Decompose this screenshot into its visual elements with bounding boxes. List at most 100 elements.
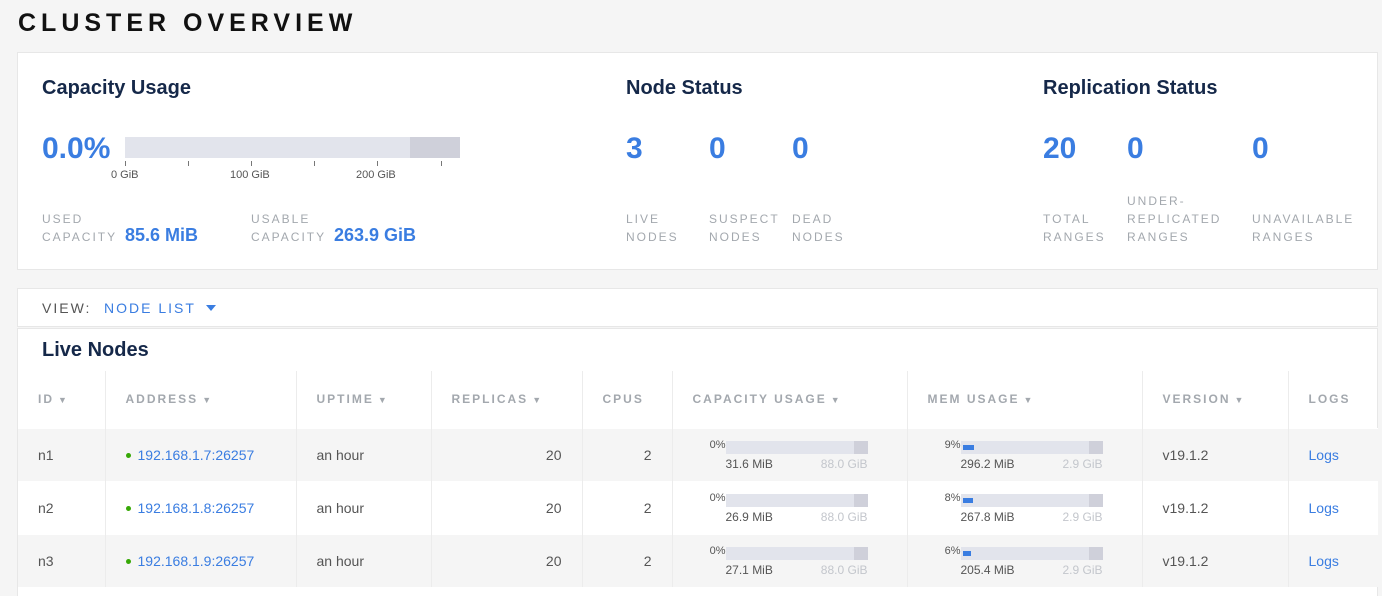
used-capacity-label: USED CAPACITY bbox=[42, 212, 118, 244]
view-dropdown[interactable]: NODE LIST bbox=[104, 300, 216, 316]
column-header-id[interactable]: ID ▼ bbox=[18, 371, 105, 428]
live-nodes-label: LIVE NODES bbox=[626, 212, 679, 244]
cluster-summary-panel: Capacity Usage 0.0% 0 GiB 100 GiB 200 Gi… bbox=[17, 52, 1378, 270]
capacity-bar-reserved bbox=[410, 137, 460, 158]
node-replicas: 20 bbox=[430, 533, 582, 587]
node-uptime: an hour bbox=[295, 427, 431, 481]
view-label: VIEW: bbox=[42, 300, 92, 316]
mem-usage-bar: 8% 267.8 MiB 2.9 GiB bbox=[928, 490, 1103, 526]
column-header-mem[interactable]: MEM USAGE ▼ bbox=[906, 371, 1142, 428]
column-header-uptime[interactable]: UPTIME ▼ bbox=[295, 371, 431, 428]
column-header-address[interactable]: ADDRESS ▼ bbox=[104, 371, 296, 428]
logs-link[interactable]: Logs bbox=[1309, 500, 1339, 516]
node-version: v19.1.2 bbox=[1141, 427, 1288, 481]
mem-usage-fill bbox=[962, 550, 971, 556]
sort-arrow-icon: ▼ bbox=[377, 395, 389, 406]
capacity-tick-label: 200 GiB bbox=[356, 169, 396, 181]
table-row: n1 192.168.1.7:26257 an hour 20 2 0% 31.… bbox=[18, 427, 1378, 481]
live-status-dot-icon bbox=[125, 505, 131, 511]
mem-used: 296.2 MiB bbox=[960, 456, 1015, 471]
mem-usage-bar: 9% 296.2 MiB 2.9 GiB bbox=[928, 437, 1103, 473]
capacity-tick bbox=[125, 161, 126, 166]
dead-nodes-count: 0 bbox=[792, 132, 809, 165]
logs-link[interactable]: Logs bbox=[1309, 447, 1339, 463]
mem-usage-bar: 6% 205.4 MiB 2.9 GiB bbox=[928, 543, 1103, 579]
sort-arrow-icon: ▼ bbox=[1023, 395, 1035, 406]
capacity-used: 31.6 MiB bbox=[725, 456, 773, 471]
table-row: n3 192.168.1.9:26257 an hour 20 2 0% 27.… bbox=[18, 533, 1378, 587]
caret-down-icon bbox=[205, 305, 216, 311]
mem-usage-fill bbox=[962, 497, 973, 503]
usable-capacity-value: 263.9 GiB bbox=[334, 225, 417, 245]
total-ranges-label: TOTAL RANGES bbox=[1043, 212, 1106, 244]
sort-arrow-icon: ▼ bbox=[532, 395, 544, 406]
capacity-bar bbox=[125, 137, 460, 158]
sort-arrow-icon: ▼ bbox=[202, 395, 214, 406]
capacity-usage-bar: 0% 27.1 MiB 88.0 GiB bbox=[693, 543, 868, 579]
capacity-used: 26.9 MiB bbox=[725, 509, 773, 524]
capacity-tick-label: 100 GiB bbox=[230, 169, 270, 181]
table-header-row: ID ▼ ADDRESS ▼ UPTIME ▼ REPLICAS ▼ CPUS CAPA… bbox=[18, 371, 1378, 428]
node-cpus: 2 bbox=[581, 480, 672, 534]
mem-total: 2.9 GiB bbox=[1062, 509, 1103, 524]
usable-capacity-label: USABLE CAPACITY bbox=[251, 212, 327, 244]
unavailable-ranges-label: UNAVAILABLE RANGES bbox=[1252, 212, 1355, 244]
live-status-dot-icon bbox=[125, 558, 131, 564]
column-header-logs: LOGS bbox=[1287, 371, 1378, 428]
sort-arrow-icon: ▼ bbox=[58, 395, 69, 406]
capacity-total: 88.0 GiB bbox=[820, 456, 868, 471]
capacity-tick bbox=[377, 161, 378, 166]
node-cpus: 2 bbox=[581, 427, 672, 481]
view-dropdown-value: NODE LIST bbox=[104, 300, 196, 316]
live-nodes-title: Live Nodes bbox=[42, 339, 149, 361]
mem-used: 267.8 MiB bbox=[960, 509, 1015, 524]
suspect-nodes-count: 0 bbox=[709, 132, 726, 165]
node-status-title: Node Status bbox=[626, 77, 743, 99]
mem-usage-percent: 6% bbox=[944, 544, 961, 557]
node-cpus: 2 bbox=[581, 533, 672, 587]
node-version: v19.1.2 bbox=[1141, 480, 1288, 534]
capacity-usage-bar: 0% 31.6 MiB 88.0 GiB bbox=[693, 437, 868, 473]
logs-link[interactable]: Logs bbox=[1309, 553, 1339, 569]
suspect-nodes-label: SUSPECT NODES bbox=[709, 212, 780, 244]
node-replicas: 20 bbox=[430, 427, 582, 481]
mem-usage-fill bbox=[962, 444, 974, 450]
capacity-tick bbox=[251, 161, 252, 166]
live-nodes-panel: Live Nodes ID ▼ ADDRESS ▼ UPTIME ▼ REPLICAS… bbox=[17, 328, 1378, 596]
column-header-capacity[interactable]: CAPACITY USAGE ▼ bbox=[671, 371, 907, 428]
mem-total: 2.9 GiB bbox=[1062, 456, 1103, 471]
mem-usage-percent: 8% bbox=[944, 491, 961, 504]
column-header-version[interactable]: VERSION ▼ bbox=[1141, 371, 1288, 428]
node-id: n2 bbox=[18, 480, 105, 534]
mem-usage-percent: 9% bbox=[944, 438, 961, 451]
unavailable-ranges-count: 0 bbox=[1252, 132, 1269, 165]
column-header-cpus: CPUS bbox=[581, 371, 672, 428]
live-nodes-table: ID ▼ ADDRESS ▼ UPTIME ▼ REPLICAS ▼ CPUS CAPA… bbox=[18, 371, 1378, 587]
sort-arrow-icon: ▼ bbox=[830, 395, 842, 406]
replication-status-title: Replication Status bbox=[1043, 77, 1218, 99]
capacity-usage-percent: 0% bbox=[709, 491, 726, 504]
node-address-link[interactable]: 192.168.1.7:26257 bbox=[138, 447, 255, 463]
capacity-total: 88.0 GiB bbox=[820, 509, 868, 524]
mem-total: 2.9 GiB bbox=[1062, 562, 1103, 577]
capacity-tick bbox=[188, 161, 189, 166]
capacity-percent: 0.0% bbox=[42, 132, 111, 165]
used-capacity-value: 85.6 MiB bbox=[125, 225, 199, 245]
node-uptime: an hour bbox=[295, 480, 431, 534]
page-title: CLUSTER OVERVIEW bbox=[18, 9, 358, 37]
capacity-usage-percent: 0% bbox=[709, 438, 726, 451]
dead-nodes-label: DEAD NODES bbox=[792, 212, 845, 244]
capacity-used: 27.1 MiB bbox=[725, 562, 773, 577]
node-address-link[interactable]: 192.168.1.9:26257 bbox=[138, 553, 255, 569]
node-version: v19.1.2 bbox=[1141, 533, 1288, 587]
capacity-tick bbox=[314, 161, 315, 166]
capacity-tick bbox=[441, 161, 442, 166]
node-uptime: an hour bbox=[295, 533, 431, 587]
capacity-usage-percent: 0% bbox=[709, 544, 726, 557]
view-bar: VIEW: NODE LIST bbox=[17, 288, 1378, 327]
under-replicated-label: UNDER-REPLICATED RANGES bbox=[1127, 194, 1222, 244]
column-header-replicas[interactable]: REPLICAS ▼ bbox=[430, 371, 582, 428]
node-address-link[interactable]: 192.168.1.8:26257 bbox=[138, 500, 255, 516]
under-replicated-count: 0 bbox=[1127, 132, 1144, 165]
capacity-total: 88.0 GiB bbox=[820, 562, 868, 577]
